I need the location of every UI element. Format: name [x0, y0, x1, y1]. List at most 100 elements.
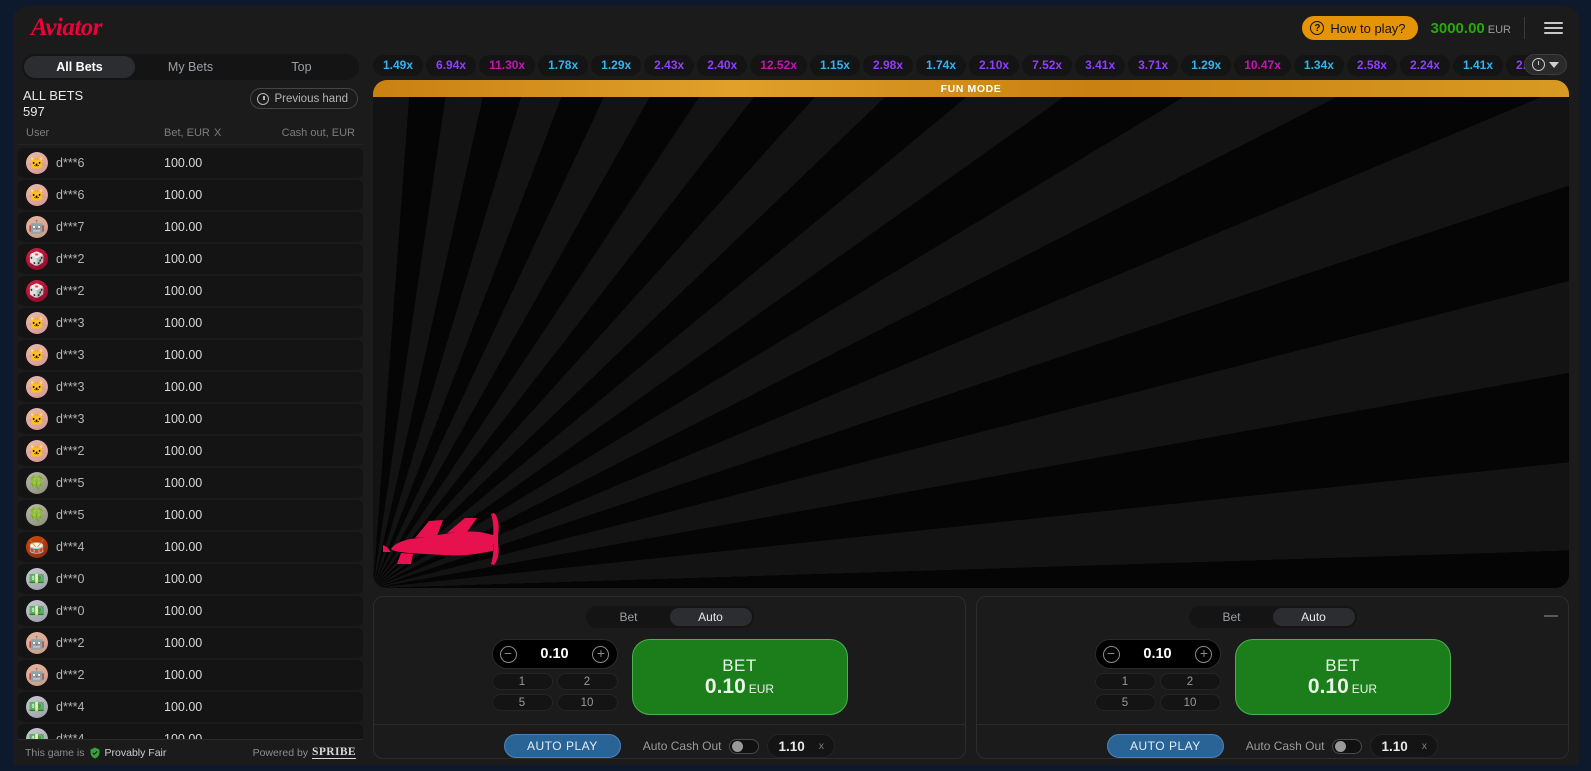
multiplier-chip[interactable]: 6.94x [426, 54, 477, 76]
table-row[interactable]: 🤖 d***7 100.00 [18, 212, 363, 242]
auto-cash-out-field[interactable]: 1.10 x [1370, 734, 1438, 758]
app-body: All Bets My Bets Top ALL BETS 597 Previo… [13, 50, 1579, 765]
powered-by-group: Powered by SPRIBE [253, 746, 356, 759]
quantity-stepper[interactable]: − 0.10 + [1094, 639, 1221, 669]
bets-table-header: User Bet, EUR X Cash out, EUR [18, 124, 363, 145]
table-row[interactable]: 🐱 d***6 100.00 [18, 148, 363, 178]
bets-list[interactable]: 🐱 d***6 100.00 🐱 d***6 100.00 🤖 d***7 100.00 🎲 d**… [18, 145, 363, 739]
bet-tab-auto[interactable]: Auto [1272, 608, 1355, 626]
hamburger-menu-icon[interactable] [1538, 18, 1569, 38]
auto-controls: AUTO PLAY Auto Cash Out 1.10 x [374, 724, 965, 758]
multiplier-chip[interactable]: 2.40x [697, 54, 748, 76]
plus-icon[interactable]: + [592, 645, 610, 663]
multiplier-chip[interactable]: 12.52x [750, 54, 807, 76]
place-bet-button[interactable]: BET 0.10 EUR [1234, 639, 1451, 715]
ray-background [373, 80, 1569, 588]
multiplier-chip[interactable]: 2.43x [644, 54, 695, 76]
minus-icon[interactable]: − [499, 645, 517, 663]
history-clock-icon[interactable] [1524, 54, 1567, 75]
bet-row-amount: 100.00 [164, 316, 203, 330]
multiplier-chip[interactable]: 1.29x [1181, 54, 1232, 76]
multiplier-chip[interactable]: 3.71x [1128, 54, 1179, 76]
bet-row-amount: 100.00 [164, 220, 203, 234]
avatar: 🤖 [26, 216, 48, 238]
plus-icon[interactable]: + [1195, 645, 1213, 663]
main-area: 1.49x 6.94x 11.30x 1.78x 1.29x 2.43x 2.40x 12.5… [368, 50, 1579, 765]
footer-prefix: This game is [25, 746, 85, 759]
bet-tab-bet[interactable]: Bet [588, 608, 670, 626]
auto-play-button[interactable]: AUTO PLAY [1107, 734, 1224, 758]
multiplier-chip[interactable]: 2.24x [1399, 54, 1450, 76]
bet-tab-bet[interactable]: Bet [1191, 608, 1273, 626]
quick-amount-5[interactable]: 5 [491, 694, 553, 711]
multiplier-chip[interactable]: 1.74x [916, 54, 967, 76]
table-row[interactable]: 🍀 d***5 100.00 [18, 468, 363, 498]
minus-icon[interactable]: − [1102, 645, 1120, 663]
bet-amount-value[interactable]: 0.10 [1143, 646, 1171, 662]
quick-amount-1[interactable]: 1 [491, 673, 553, 690]
multiplier-chip[interactable]: 3.41x [1075, 54, 1126, 76]
quick-amount-2[interactable]: 2 [556, 673, 618, 690]
table-row[interactable]: 🎲 d***2 100.00 [18, 276, 363, 306]
table-row[interactable]: 🤖 d***2 100.00 [18, 660, 363, 690]
multiplier-chip[interactable]: 1.49x [373, 54, 424, 76]
tab-my-bets[interactable]: My Bets [135, 56, 246, 78]
table-row[interactable]: 🐱 d***2 100.00 [18, 436, 363, 466]
auto-cash-out-value[interactable]: 1.10 [1381, 739, 1407, 754]
table-row[interactable]: 🐱 d***3 100.00 [18, 340, 363, 370]
auto-cash-out-toggle[interactable] [729, 738, 760, 754]
auto-cash-out-field[interactable]: 1.10 x [767, 734, 835, 758]
bet-row-user: d***2 [56, 284, 85, 298]
how-to-play-button[interactable]: ? How to play? [1302, 16, 1418, 40]
table-row[interactable]: 💵 d***0 100.00 [18, 564, 363, 594]
table-row[interactable]: 💵 d***0 100.00 [18, 596, 363, 626]
auto-cash-out-toggle[interactable] [1332, 738, 1363, 754]
previous-hand-button[interactable]: Previous hand [250, 88, 358, 109]
bet-tab-auto[interactable]: Auto [669, 608, 752, 626]
multiplier-chip[interactable]: 1.15x [809, 54, 860, 76]
quick-amount-5[interactable]: 5 [1094, 694, 1156, 711]
table-row[interactable]: 💵 d***4 100.00 [18, 724, 363, 739]
auto-cash-out-value[interactable]: 1.10 [778, 739, 804, 754]
table-row[interactable]: 💵 d***4 100.00 [18, 692, 363, 722]
avatar: 💵 [26, 696, 48, 718]
quick-amount-2[interactable]: 2 [1159, 673, 1221, 690]
multiplier-chip[interactable]: 2.10x [969, 54, 1020, 76]
multiplier-chip[interactable]: 1.41x [1452, 54, 1504, 76]
table-row[interactable]: 🍀 d***5 100.00 [18, 500, 363, 530]
place-bet-button[interactable]: BET 0.10 EUR [631, 639, 848, 715]
table-row[interactable]: 🐱 d***3 100.00 [18, 404, 363, 434]
table-row[interactable]: 🎲 d***2 100.00 [18, 244, 363, 274]
multiplier-chip[interactable]: 11.30x [479, 54, 536, 76]
auto-cash-out-label: Auto Cash Out [1245, 739, 1325, 753]
bet-row-amount: 100.00 [164, 444, 203, 458]
avatar: 🎲 [26, 248, 48, 270]
quick-amount-10[interactable]: 10 [556, 694, 618, 711]
table-row[interactable]: 🐱 d***3 100.00 [18, 308, 363, 338]
multiplier-chip[interactable]: 10.47x [1234, 54, 1291, 76]
multiplier-chip[interactable]: 1.34x [1293, 54, 1344, 76]
multiplier-chip[interactable]: 7.52x [1022, 54, 1073, 76]
quantity-stepper[interactable]: − 0.10 + [491, 639, 618, 669]
tab-top[interactable]: Top [246, 56, 357, 78]
table-row[interactable]: 🥁 d***4 100.00 [18, 532, 363, 562]
quick-amount-10[interactable]: 10 [1159, 694, 1221, 711]
bet-row-amount: 100.00 [164, 252, 203, 266]
provably-fair-label[interactable]: Provably Fair [105, 747, 167, 759]
table-row[interactable]: 🐱 d***6 100.00 [18, 180, 363, 210]
minimize-icon[interactable] [1544, 615, 1558, 617]
bet-amount-value[interactable]: 0.10 [540, 646, 568, 662]
multiplier-chip[interactable]: 2.58x [1346, 54, 1397, 76]
multiplier-chip[interactable]: 2.98x [862, 54, 913, 76]
bet-row-amount: 100.00 [164, 156, 203, 170]
auto-play-button[interactable]: AUTO PLAY [504, 734, 621, 758]
bet-button-label: BET [722, 655, 757, 675]
column-user: User [26, 127, 50, 139]
multiplier-chip[interactable]: 1.29x [591, 54, 642, 76]
quick-amount-1[interactable]: 1 [1094, 673, 1156, 690]
table-row[interactable]: 🐱 d***3 100.00 [18, 372, 363, 402]
tab-all-bets[interactable]: All Bets [24, 56, 135, 78]
table-row[interactable]: 🤖 d***2 100.00 [18, 628, 363, 658]
multiplier-chip[interactable]: 1.78x [538, 54, 589, 76]
avatar: 🐱 [26, 344, 48, 366]
